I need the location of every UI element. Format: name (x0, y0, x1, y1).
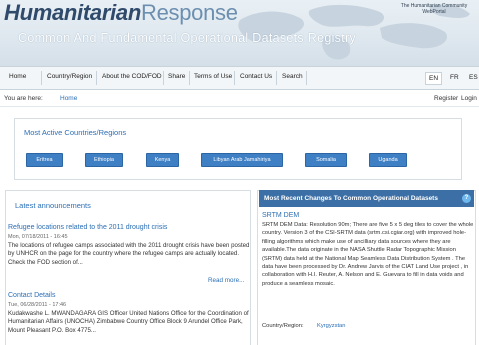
dataset-description: SRTM DEM Data: Resolution 90m; There are… (262, 222, 474, 287)
logo-text-primary: Humanitarian (4, 0, 141, 25)
nav-item-contact[interactable]: Contact Us (240, 73, 272, 80)
register-link[interactable]: Register (434, 95, 458, 102)
nav-separator (41, 71, 42, 85)
nav-item-country-region[interactable]: Country/Region (47, 73, 92, 80)
nav-separator (234, 71, 235, 85)
site-subtitle: Common And Fundamental Operational Datas… (18, 31, 356, 45)
nav-separator (276, 71, 277, 85)
breadcrumb: You are here: Home Register Login (0, 91, 479, 107)
breadcrumb-label: You are here: (4, 95, 43, 102)
dataset-country-label: Country/Region: (262, 323, 304, 329)
read-more-link[interactable]: Read more... (208, 277, 244, 284)
nav-item-about[interactable]: About the COD/FOD (102, 73, 162, 80)
header-banner: HumanitarianResponse Common And Fundamen… (0, 0, 479, 66)
most-active-countries-title: Most Active Countries/Regions (24, 128, 127, 137)
country-button-ethiopia[interactable]: Ethiopia (85, 153, 123, 167)
nav-separator (306, 71, 307, 85)
dataset-country-link[interactable]: Kyrgyzstan (317, 323, 345, 329)
country-button-uganda[interactable]: Uganda (369, 153, 407, 167)
nav-separator (189, 71, 190, 85)
dataset-title[interactable]: SRTM DEM (262, 212, 299, 219)
help-icon[interactable]: ? (462, 194, 471, 203)
breadcrumb-home-link[interactable]: Home (60, 95, 77, 102)
webportal-caption: The Humanitarian Community WebPortal (400, 3, 468, 15)
nav-item-terms[interactable]: Terms of Use (194, 73, 232, 80)
announcement-body-2: Kudakwashe L. MWANDAGARA GIS Officer Uni… (8, 310, 249, 334)
announcement-date-2: Tue, 06/28/2011 - 17:46 (8, 302, 67, 308)
site-logo[interactable]: HumanitarianResponse (4, 1, 238, 25)
nav-separator (96, 71, 97, 85)
nav-item-search[interactable]: Search (282, 73, 303, 80)
nav-item-share[interactable]: Share (168, 73, 185, 80)
announcement-title-2[interactable]: Contact Details (8, 292, 55, 299)
recent-changes-header: Most Recent Changes To Common Operationa… (259, 190, 474, 207)
announcement-title-1[interactable]: Refugee locations related to the 2011 dr… (8, 224, 167, 231)
announcement-body-1: The locations of refugee camps associate… (8, 242, 250, 266)
language-fr[interactable]: FR (447, 72, 462, 83)
recent-changes-title: Most Recent Changes To Common Operationa… (264, 195, 438, 202)
announcements-title: Latest announcements (15, 201, 91, 210)
main-navigation: Home Country/Region About the COD/FOD Sh… (0, 66, 479, 90)
language-en[interactable]: EN (425, 72, 443, 85)
country-button-libya[interactable]: Libyan Arab Jamahiriya (201, 153, 283, 167)
login-link[interactable]: Login (461, 95, 477, 102)
announcement-date-1: Mon, 07/18/2011 - 16:45 (8, 234, 68, 240)
nav-separator (163, 71, 164, 85)
language-es[interactable]: ES (466, 72, 479, 83)
country-button-kenya[interactable]: Kenya (146, 153, 179, 167)
country-button-eritrea[interactable]: Eritrea (26, 153, 63, 167)
logo-text-secondary: Response (140, 0, 238, 25)
nav-item-home[interactable]: Home (9, 73, 26, 80)
country-button-somalia[interactable]: Somalia (305, 153, 347, 167)
